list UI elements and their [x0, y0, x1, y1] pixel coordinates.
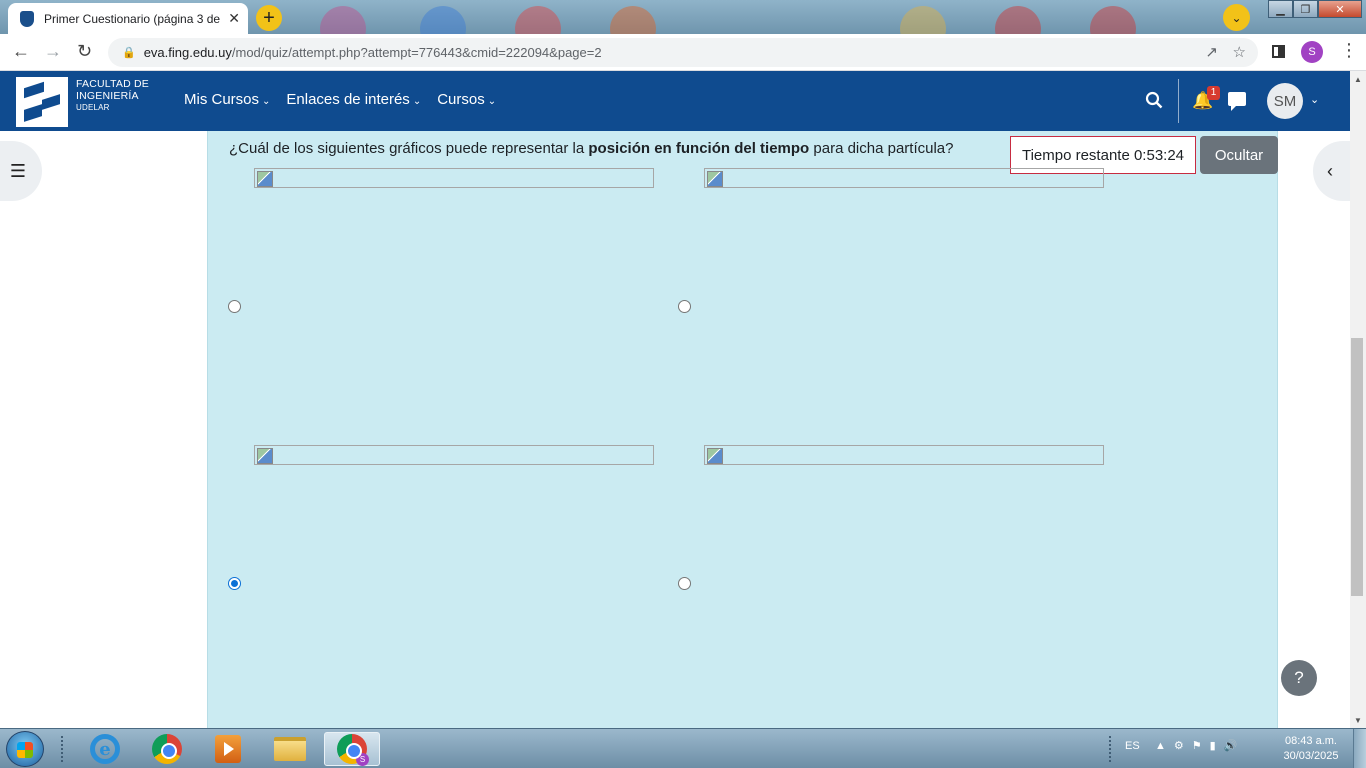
question-formulation [207, 131, 1278, 728]
background-blob [420, 6, 466, 34]
logo-text: FACULTAD DE INGENIERÍA UDELAR [76, 78, 149, 114]
chrome-icon: S [337, 734, 369, 766]
chevron-down-icon: ⌄ [487, 96, 497, 107]
question-suffix: para dicha partícula? [809, 140, 954, 157]
taskbar-media-player[interactable] [200, 732, 256, 766]
minimize-button[interactable]: ▁ [1268, 0, 1293, 18]
user-avatar[interactable]: SM [1267, 83, 1303, 119]
menu-label: Mis Cursos [184, 91, 260, 108]
question-bold: posición en función del tiempo [588, 140, 810, 157]
logo-line2: INGENIERÍA [76, 89, 139, 102]
menu-enlaces-de-interes[interactable]: Enlaces de interés ⌄ [286, 91, 421, 108]
taskbar-chrome-profile[interactable]: S [324, 732, 380, 766]
folder-icon [274, 737, 306, 761]
notification-badge: 1 [1207, 86, 1220, 100]
bookmark-star-icon[interactable]: ☆ [1233, 43, 1246, 61]
menu-label: Cursos [437, 91, 485, 108]
tab-title: Primer Cuestionario (página 3 de [44, 11, 221, 26]
windows-logo-icon [17, 742, 33, 758]
language-indicator[interactable]: ES [1125, 740, 1140, 752]
browser-menu-icon[interactable]: ⋮ [1340, 40, 1358, 61]
lock-icon: 🔒 [122, 47, 136, 59]
browser-toolbar: ← → ↻ 🔒 eva.fing.edu.uy/mod/quiz/attempt… [0, 34, 1366, 71]
reload-icon[interactable]: ↻ [77, 41, 92, 62]
window-controls: ▁ ❐ ✕ [1268, 0, 1362, 18]
system-tray-icons[interactable]: ▲⚙⚑▮🔊 [1155, 739, 1245, 752]
help-button[interactable]: ? [1281, 660, 1317, 696]
clock-date: 30/03/2025 [1283, 750, 1339, 762]
broken-image-icon [704, 445, 1104, 465]
chevron-left-icon: ‹ [1327, 160, 1333, 181]
url-text: eva.fing.edu.uy/mod/quiz/attempt.php?att… [144, 45, 602, 60]
chrome-icon [152, 734, 182, 764]
address-bar[interactable]: 🔒 eva.fing.edu.uy/mod/quiz/attempt.php?a… [108, 38, 1258, 67]
profile-avatar[interactable]: S [1301, 41, 1323, 63]
question-prefix: ¿Cuál de los siguientes gráficos puede r… [229, 140, 589, 157]
page-scrollbar[interactable]: ▲ ▼ [1350, 71, 1366, 728]
answer-radio-4[interactable] [678, 577, 691, 590]
url-domain: eva.fing.edu.uy [143, 45, 232, 60]
background-blob [610, 6, 656, 34]
side-panel-icon[interactable] [1272, 45, 1285, 58]
start-button[interactable] [6, 731, 44, 767]
chat-icon[interactable] [1228, 92, 1246, 111]
taskbar-chrome[interactable] [139, 732, 195, 766]
list-icon: ☰ [9, 160, 26, 181]
menu-mis-cursos[interactable]: Mis Cursos ⌄ [184, 91, 270, 108]
background-blob [320, 6, 366, 34]
course-index-toggle[interactable]: ☰ [0, 141, 42, 201]
answer-radio-1[interactable] [228, 300, 241, 313]
background-blob [900, 6, 946, 34]
background-blob [1090, 6, 1136, 34]
question-text: ¿Cuál de los siguientes gráficos puede r… [229, 140, 953, 157]
tab-search-button[interactable]: ⌄ [1223, 4, 1250, 31]
back-arrow-icon[interactable]: ← [12, 41, 30, 62]
answer-radio-2[interactable] [678, 300, 691, 313]
broken-image-icon [704, 168, 1104, 188]
taskbar-internet-explorer[interactable]: e [77, 732, 133, 766]
show-desktop-button[interactable] [1353, 729, 1366, 768]
menu-label: Enlaces de interés [286, 91, 410, 108]
background-blob [515, 6, 561, 34]
clock-time: 08:43 a.m. [1285, 735, 1337, 747]
background-blob [995, 6, 1041, 34]
search-icon[interactable] [1145, 91, 1163, 109]
answer-radio-3[interactable] [228, 577, 241, 590]
site-navbar: FACULTAD DE INGENIERÍA UDELAR Mis Cursos… [0, 71, 1350, 131]
forward-arrow-icon[interactable]: → [44, 41, 62, 62]
main-menu: Mis Cursos ⌄ Enlaces de interés ⌄ Cursos ⌄ [184, 91, 512, 108]
browser-tab-strip: Primer Cuestionario (página 3 de ✕ + ⌄ ▁… [0, 0, 1366, 34]
scroll-up-icon[interactable]: ▲ [1354, 75, 1362, 84]
tab-close-icon[interactable]: ✕ [228, 10, 240, 27]
internet-explorer-icon: e [90, 734, 120, 764]
broken-image-icon [254, 445, 654, 465]
media-player-icon [215, 735, 241, 763]
broken-image-icon [254, 168, 654, 188]
logo-line3: UDELAR [76, 103, 110, 112]
moodle-shield-icon [20, 10, 34, 27]
taskbar-explorer[interactable] [262, 732, 318, 766]
maximize-button[interactable]: ❐ [1293, 0, 1318, 18]
profile-badge: S [356, 753, 369, 766]
fing-logo-icon[interactable] [16, 77, 68, 127]
share-icon[interactable]: ↗ [1205, 43, 1218, 61]
taskbar-grip [60, 735, 64, 763]
taskbar-clock[interactable]: 08:43 a.m. 30/03/2025 [1278, 734, 1344, 764]
chevron-down-icon: ⌄ [262, 96, 271, 107]
chevron-down-icon[interactable]: ⌄ [1310, 93, 1319, 106]
url-path: /mod/quiz/attempt.php?attempt=776443&cmi… [231, 45, 602, 60]
browser-tab-active[interactable]: Primer Cuestionario (página 3 de ✕ [8, 3, 248, 34]
close-window-button[interactable]: ✕ [1318, 0, 1362, 18]
menu-cursos[interactable]: Cursos ⌄ [437, 91, 496, 108]
hide-timer-button[interactable]: Ocultar [1200, 136, 1278, 174]
new-tab-button[interactable]: + [256, 5, 282, 31]
taskbar-grip [1108, 735, 1112, 763]
logo-line1: FACULTAD DE [76, 78, 149, 90]
chevron-down-icon: ⌄ [412, 96, 422, 107]
windows-taskbar: e S ES ▲⚙⚑▮🔊 08:43 a.m. 30/03/2025 [0, 728, 1366, 768]
navbar-divider [1178, 79, 1179, 123]
scrollbar-thumb[interactable] [1351, 338, 1363, 596]
scroll-down-icon[interactable]: ▼ [1354, 716, 1362, 725]
